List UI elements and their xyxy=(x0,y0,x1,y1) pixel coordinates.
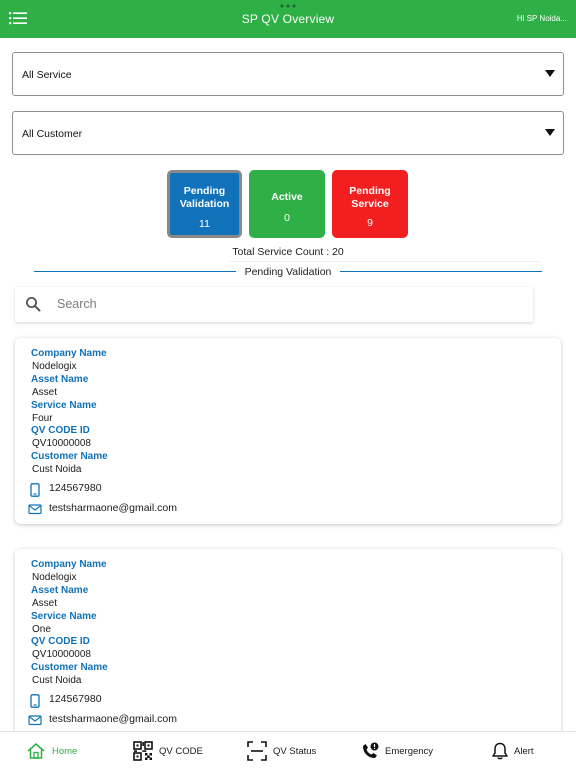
tab-label: Emergency xyxy=(385,746,434,757)
pending-validation-card[interactable]: Pending Validation 11 xyxy=(167,170,242,238)
qv-code-value: QV10000008 xyxy=(32,438,91,449)
tab-emergency[interactable]: Emergency xyxy=(360,732,440,768)
service-name-label: Service Name xyxy=(31,400,97,411)
qr-code-icon xyxy=(133,741,153,761)
company-name-value: Nodelogix xyxy=(32,361,77,372)
asset-name-label: Asset Name xyxy=(31,374,89,385)
user-greeting[interactable]: Hi SP Noida... xyxy=(517,14,567,23)
stat-label: Service xyxy=(351,198,389,210)
asset-name-value: Asset xyxy=(32,387,58,398)
stat-label: Validation xyxy=(179,198,230,210)
bell-icon xyxy=(492,742,508,760)
stat-count: 0 xyxy=(284,212,290,224)
stat-count: 11 xyxy=(199,218,210,230)
home-icon xyxy=(27,743,45,759)
qv-code-label: QV CODE ID xyxy=(31,425,90,436)
company-name-value: Nodelogix xyxy=(32,572,77,583)
phone-alert-icon xyxy=(363,742,379,758)
tab-alert[interactable]: Alert xyxy=(490,732,540,768)
scan-icon xyxy=(247,741,267,761)
pending-service-card[interactable]: Pending Service 9 xyxy=(332,170,408,238)
divider xyxy=(230,261,540,262)
tab-home[interactable]: Home xyxy=(26,732,86,768)
stat-label: Pending xyxy=(349,185,391,197)
tab-label: QV CODE xyxy=(159,746,203,757)
stat-count: 9 xyxy=(367,217,373,229)
window-handle-dots-icon xyxy=(280,4,296,8)
mail-icon xyxy=(28,504,42,515)
section-title: Pending Validation xyxy=(244,266,332,278)
caret-down-icon xyxy=(545,129,555,136)
mail-icon xyxy=(28,715,42,726)
caret-down-icon xyxy=(545,70,555,77)
page-title: SP QV Overview xyxy=(241,12,335,26)
customer-name-label: Customer Name xyxy=(31,662,108,673)
email-address[interactable]: testsharmaone@gmail.com xyxy=(49,713,177,725)
service-record-card[interactable]: Company Name Nodelogix Asset Name Asset … xyxy=(15,549,561,735)
search-input[interactable] xyxy=(57,294,517,314)
qv-code-value: QV10000008 xyxy=(32,649,91,660)
service-name-label: Service Name xyxy=(31,611,97,622)
search-bar xyxy=(15,287,533,322)
company-name-label: Company Name xyxy=(31,348,107,359)
phone-number[interactable]: 124567980 xyxy=(49,482,102,494)
customer-name-value: Cust Noida xyxy=(32,464,82,475)
phone-icon xyxy=(30,694,40,708)
tab-qv-code[interactable]: QV CODE xyxy=(133,732,208,768)
qv-code-label: QV CODE ID xyxy=(31,636,90,647)
customer-select[interactable]: All Customer xyxy=(12,111,564,155)
tab-label: Home xyxy=(52,746,78,757)
stat-label: Pending xyxy=(183,185,226,197)
tab-label: Alert xyxy=(514,746,534,757)
total-service-count: Total Service Count : 20 xyxy=(232,246,344,258)
asset-name-value: Asset xyxy=(32,598,58,609)
customer-name-label: Customer Name xyxy=(31,451,108,462)
phone-number[interactable]: 124567980 xyxy=(49,693,102,705)
customer-name-value: Cust Noida xyxy=(32,675,82,686)
service-name-value: One xyxy=(32,624,51,635)
stat-label: Active xyxy=(271,191,303,203)
section-header: Pending Validation xyxy=(0,266,576,280)
active-card[interactable]: Active 0 xyxy=(249,170,325,238)
company-name-label: Company Name xyxy=(31,559,107,570)
phone-icon xyxy=(30,483,40,497)
tab-qv-status[interactable]: QV Status xyxy=(247,732,322,768)
service-select[interactable]: All Service xyxy=(12,52,564,96)
search-icon xyxy=(26,297,41,312)
bottom-tab-bar: Home QV CODE QV Status Emergency Alert xyxy=(0,731,576,768)
service-name-value: Four xyxy=(32,413,53,424)
divider-line xyxy=(340,271,542,272)
email-address[interactable]: testsharmaone@gmail.com xyxy=(49,502,177,514)
tab-label: QV Status xyxy=(273,746,317,757)
service-select-value: All Service xyxy=(22,69,72,81)
asset-name-label: Asset Name xyxy=(31,585,89,596)
customer-select-value: All Customer xyxy=(22,128,83,140)
service-record-card[interactable]: Company Name Nodelogix Asset Name Asset … xyxy=(15,338,561,524)
top-app-bar: SP QV Overview Hi SP Noida... xyxy=(0,0,576,38)
